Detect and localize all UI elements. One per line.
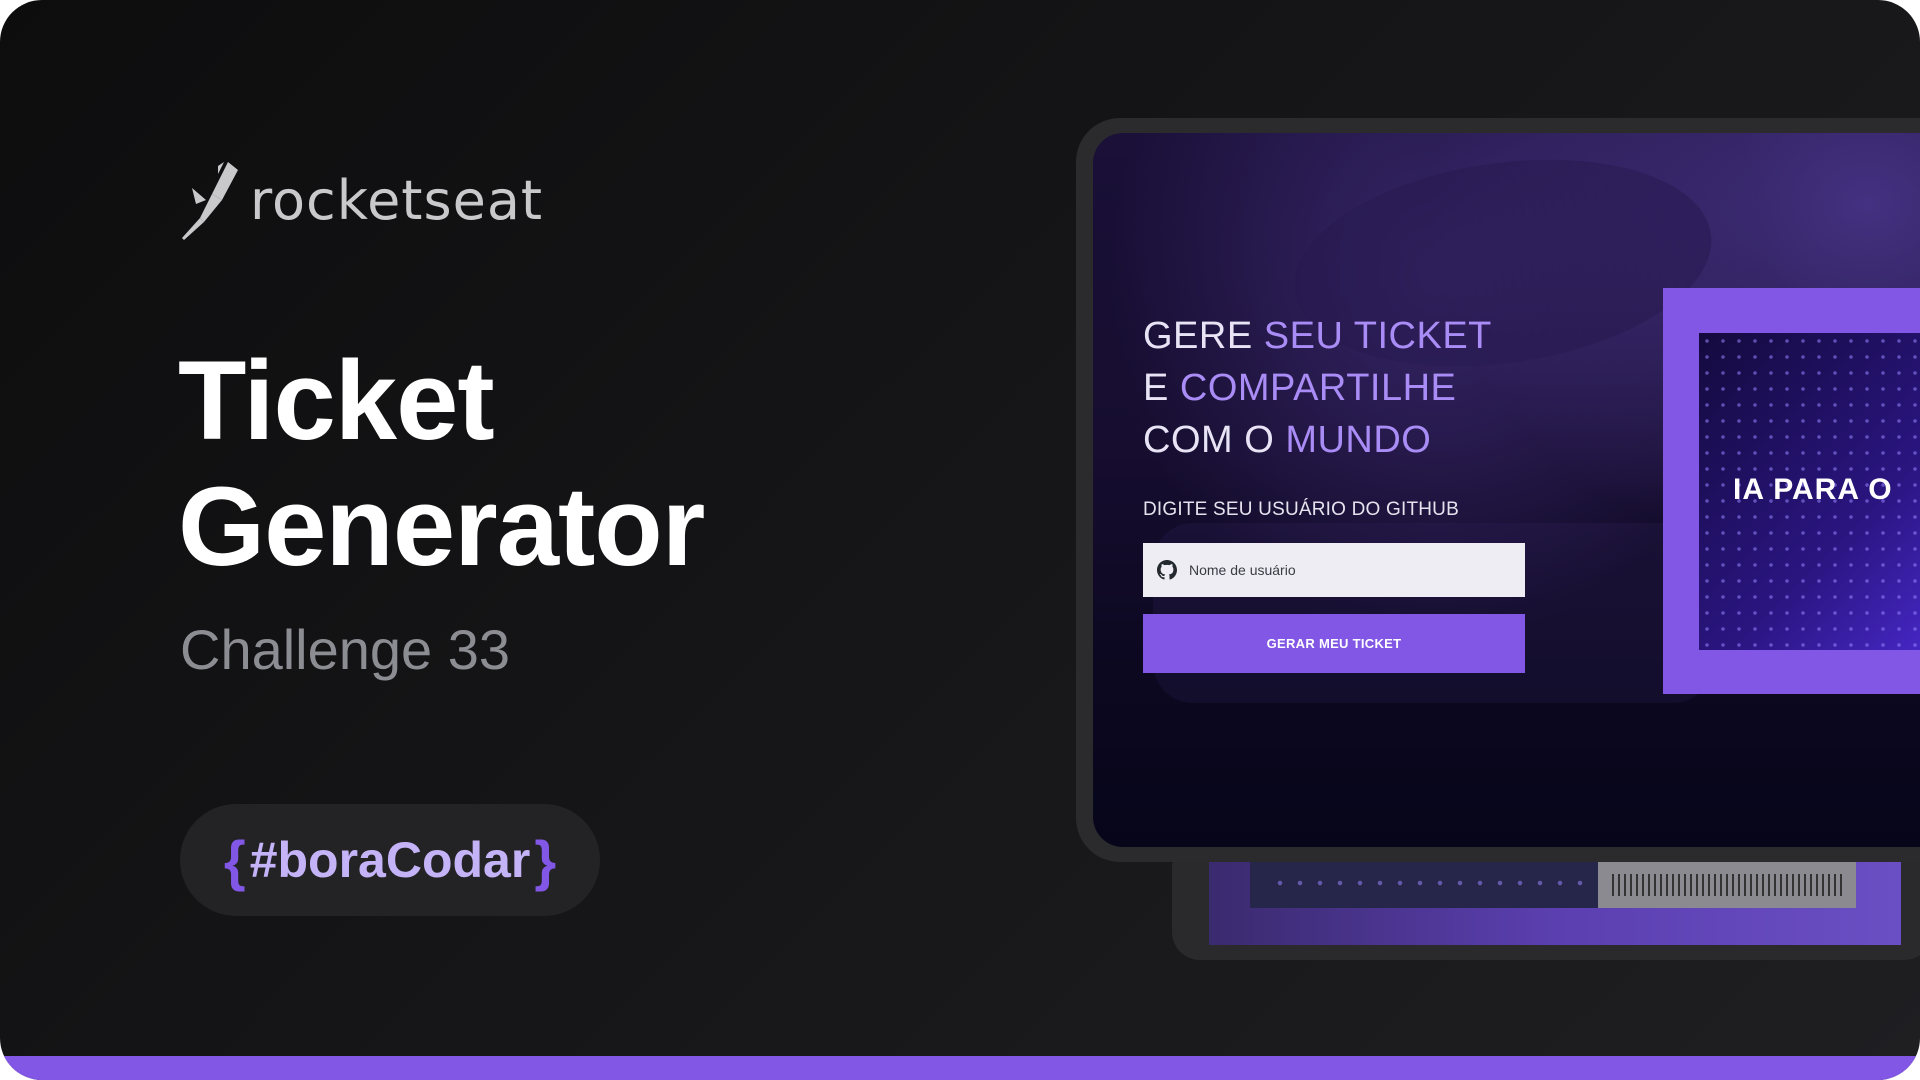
challenge-subtitle: Challenge 33 — [180, 618, 511, 681]
headline-highlight: COMPARTILHE — [1179, 367, 1457, 409]
ticket-title: IA PARA O — [1733, 473, 1893, 506]
headline-text: COM O — [1143, 419, 1286, 461]
title-line-1: Ticket — [178, 338, 495, 463]
app-screen: GERE SEU TICKET E COMPARTILHE COM O MUND… — [1093, 133, 1920, 847]
github-username-input[interactable]: Nome de usuário — [1143, 543, 1525, 597]
ticket-card: IA PARA O — [1699, 333, 1920, 650]
brand-name: rocketseat — [250, 168, 544, 232]
accent-bottom-bar — [0, 1056, 1920, 1080]
title-line-2: Generator — [178, 464, 705, 589]
thumbnail-card: rocketseat Ticket Generator Challenge 33… — [0, 0, 1920, 1080]
hashtag-badge: { #boraCodar } — [180, 804, 600, 916]
headline-highlight: SEU TICKET — [1263, 315, 1492, 357]
rocket-logo-icon — [182, 162, 238, 240]
headline-highlight: MUNDO — [1285, 419, 1432, 461]
github-username-label: DIGITE SEU USUÁRIO DO GITHUB — [1143, 499, 1459, 520]
hashtag-text: #boraCodar — [249, 832, 531, 888]
generate-ticket-button[interactable]: GERAR MEU TICKET — [1143, 614, 1525, 673]
headline-text: GERE — [1143, 315, 1264, 357]
input-placeholder: Nome de usuário — [1189, 562, 1296, 578]
barcode-panel — [1598, 862, 1856, 908]
brand-logo: rocketseat — [178, 160, 543, 240]
ticket-strip-dots — [1270, 873, 1590, 893]
screen-headline: GERE SEU TICKET E COMPARTILHE COM O MUND… — [1143, 310, 1492, 466]
page-title: Ticket Generator — [178, 338, 705, 590]
headline-text: E — [1143, 367, 1180, 409]
brace-open: { — [223, 828, 246, 892]
barcode-icon — [1612, 874, 1842, 896]
brace-close: } — [534, 828, 557, 892]
github-icon — [1157, 560, 1177, 580]
